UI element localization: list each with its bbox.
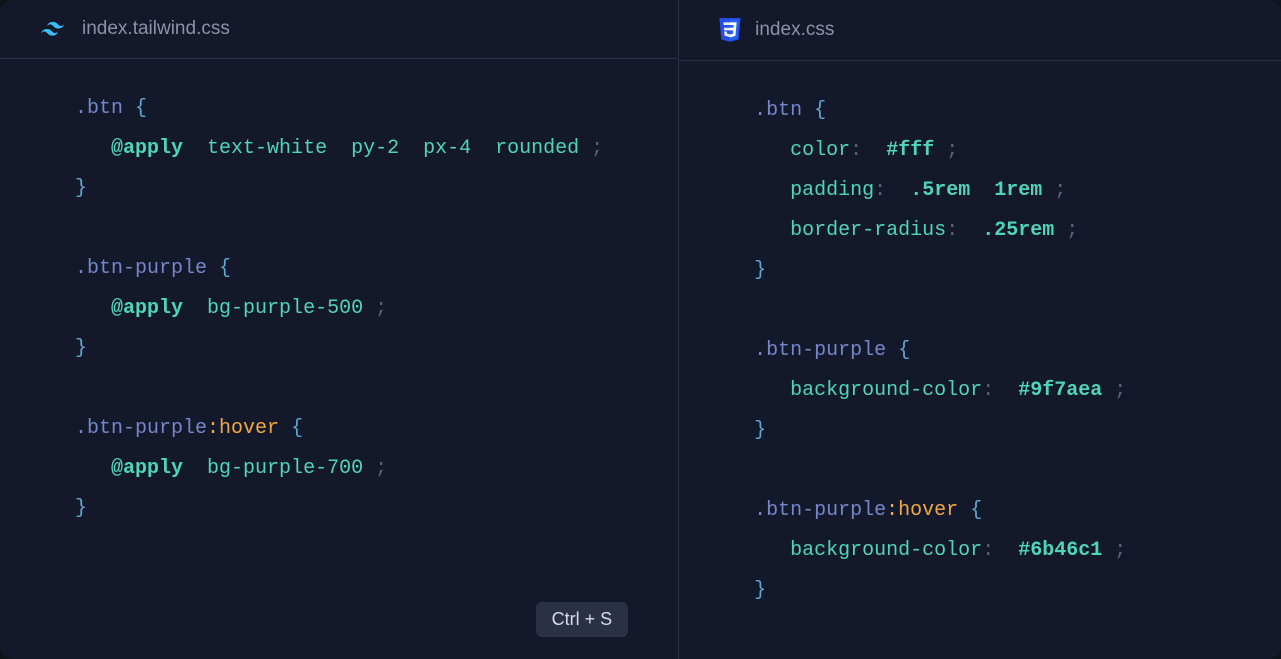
util-list: bg-purple-700 (207, 457, 363, 480)
colon: : (874, 179, 886, 202)
value: .25rem (982, 219, 1054, 242)
tab-bar-left[interactable]: index.tailwind.css (0, 0, 678, 59)
property: background-color (790, 379, 982, 402)
pseudo: :hover (207, 417, 279, 440)
value: .5rem 1rem (910, 179, 1042, 202)
semicolon: ; (1066, 219, 1078, 242)
tab-bar-right[interactable]: index.css (679, 0, 1281, 61)
tab-title-right: index.css (755, 19, 834, 41)
semicolon: ; (375, 457, 387, 480)
brace-open: { (291, 417, 303, 440)
brace-open: { (970, 499, 982, 522)
brace-close: } (754, 419, 766, 442)
pseudo: :hover (886, 499, 958, 522)
save-shortcut-badge: Ctrl + S (536, 602, 629, 637)
apply-directive: @apply (111, 457, 183, 480)
semicolon: ; (375, 297, 387, 320)
selector: .btn-purple (754, 499, 886, 522)
right-pane: index.css .btn { color: #fff ; padding: … (679, 0, 1281, 659)
brace-close: } (754, 259, 766, 282)
semicolon: ; (1054, 179, 1066, 202)
property: background-color (790, 539, 982, 562)
semicolon: ; (591, 137, 603, 160)
semicolon: ; (1114, 539, 1126, 562)
value: #fff (886, 139, 934, 162)
brace-open: { (135, 97, 147, 120)
semicolon: ; (946, 139, 958, 162)
property: color (790, 139, 850, 162)
apply-directive: @apply (111, 137, 183, 160)
util-list: bg-purple-500 (207, 297, 363, 320)
editor-split-view: index.tailwind.css .btn { @apply text-wh… (0, 0, 1281, 659)
semicolon: ; (1114, 379, 1126, 402)
colon: : (850, 139, 862, 162)
property: padding (790, 179, 874, 202)
selector: .btn-purple (75, 417, 207, 440)
selector: .btn (75, 97, 123, 120)
selector: .btn-purple (75, 257, 207, 280)
colon: : (982, 379, 994, 402)
brace-close: } (754, 579, 766, 602)
tailwind-icon (40, 20, 68, 38)
brace-close: } (75, 337, 87, 360)
brace-open: { (814, 99, 826, 122)
brace-close: } (75, 497, 87, 520)
value: #9f7aea (1018, 379, 1102, 402)
colon: : (946, 219, 958, 242)
apply-directive: @apply (111, 297, 183, 320)
brace-close: } (75, 177, 87, 200)
property: border-radius (790, 219, 946, 242)
selector: .btn (754, 99, 802, 122)
selector: .btn-purple (754, 339, 886, 362)
util-list: text-white py-2 px-4 rounded (207, 137, 579, 160)
colon: : (982, 539, 994, 562)
tab-title-left: index.tailwind.css (82, 18, 230, 40)
left-pane: index.tailwind.css .btn { @apply text-wh… (0, 0, 679, 659)
code-right[interactable]: .btn { color: #fff ; padding: .5rem 1rem… (679, 61, 1281, 641)
brace-open: { (219, 257, 231, 280)
value: #6b46c1 (1018, 539, 1102, 562)
code-left[interactable]: .btn { @apply text-white py-2 px-4 round… (0, 59, 678, 559)
brace-open: { (898, 339, 910, 362)
css3-icon (719, 18, 741, 42)
